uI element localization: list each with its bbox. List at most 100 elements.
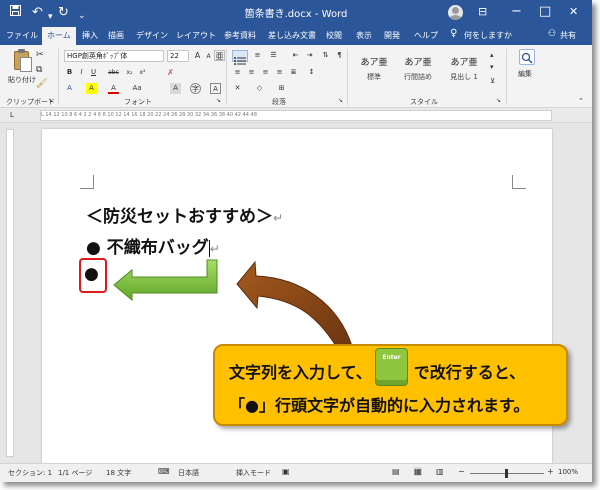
align-right-icon[interactable]: ≡ [260,67,271,78]
copy-icon[interactable]: ⧉ [36,65,42,75]
close-button[interactable]: ✕ [569,3,578,21]
paragraph-mark: ↵ [273,211,284,225]
tab-selector-icon[interactable]: L [10,111,14,119]
paste-icon[interactable] [12,49,32,73]
style-heading-1[interactable]: あア亜 見出し 1 [444,49,484,91]
text-effects-button[interactable]: A [64,83,75,94]
lightbulb-icon: ♀ [450,28,458,39]
dialog-launcher-icon[interactable]: ↘ [216,97,221,104]
collapse-ribbon-icon[interactable]: ⌃ [578,97,584,105]
clear-formatting-icon[interactable]: ✗ [165,67,176,78]
minimize-button[interactable]: − [511,3,522,21]
zoom-slider-thumb[interactable] [505,469,508,478]
decrease-indent-icon[interactable]: ⇤ [290,50,301,61]
read-mode-icon[interactable]: ▤ [392,467,400,476]
superscript-button[interactable]: x² [137,67,148,78]
numbering-icon[interactable]: ≡ [252,50,263,61]
tab-layout[interactable]: レイアウト [176,30,216,41]
dialog-launcher-icon[interactable]: ↘ [338,97,343,104]
tab-design[interactable]: デザイン [136,30,168,41]
phonetic-guide-icon[interactable]: 亜 [214,50,225,61]
sort-icon[interactable]: ⇅ [320,50,331,61]
align-left-icon[interactable]: ≡ [232,67,243,78]
distribute-icon[interactable]: ≣ [288,67,299,78]
tab-view[interactable]: 表示 [356,30,372,41]
zoom-in-button[interactable]: + [547,467,554,476]
subscript-button[interactable]: x₂ [124,67,135,78]
paste-button[interactable]: 貼り付け [8,75,36,85]
page-indicator[interactable]: 1/1 ページ [58,468,92,478]
avatar[interactable] [448,5,463,20]
word-count[interactable]: 18 文字 [106,468,131,478]
show-marks-icon[interactable]: ¶ [334,50,345,61]
section-indicator[interactable]: セクション: 1 [8,468,52,478]
format-painter-icon[interactable]: 🖌 [36,79,47,89]
increase-indent-icon[interactable]: ⇥ [304,50,315,61]
font-name-select[interactable]: HGP創英角ﾎﾟｯﾌﾟ体 [64,50,164,62]
enclose-characters-icon[interactable]: 字 [190,83,201,94]
macro-record-icon[interactable]: ▣ [282,467,290,476]
zoom-out-button[interactable]: − [458,467,465,476]
tab-references[interactable]: 参考資料 [224,30,256,41]
horizontal-ruler[interactable]: L 14 12 10 8 6 4 2 2 4 6 8 10 12 14 16 1… [40,110,552,121]
insert-mode-indicator[interactable]: 挿入モード [236,468,271,478]
bold-button[interactable]: B [64,67,75,78]
maximize-button[interactable]: □ [539,3,551,21]
font-color-button[interactable]: A [108,83,119,94]
print-layout-icon[interactable]: ▦ [414,467,422,476]
italic-button[interactable]: I [76,67,87,78]
character-shading-button[interactable]: A [170,83,181,94]
font-size-select[interactable]: 22 [167,50,189,62]
proofing-icon[interactable]: ⌨ [158,467,170,476]
highlight-color-button[interactable]: A [86,83,97,94]
share-icon[interactable]: ⚇ [548,29,556,39]
line-spacing-icon[interactable]: ↕ [306,67,317,78]
zoom-level[interactable]: 100% [558,468,578,476]
tab-mailings[interactable]: 差し込み文書 [268,30,316,41]
ribbon-display-icon[interactable]: ⊟ [478,3,487,21]
grow-font-icon[interactable]: A [192,50,203,61]
dialog-launcher-icon[interactable]: ↘ [496,97,501,104]
asian-layout-icon[interactable]: ✕ [232,83,243,94]
web-layout-icon[interactable]: ▥ [436,467,444,476]
align-center-icon[interactable]: ≡ [246,67,257,78]
bullet-line[interactable]: ● 不織布バッグ↵ [86,233,220,258]
borders-icon[interactable]: ⊞ [276,83,287,94]
search-icon[interactable] [519,49,535,65]
tab-review[interactable]: 校閲 [326,30,342,41]
shrink-font-icon[interactable]: A [203,51,214,62]
vertical-ruler[interactable] [6,129,14,457]
styles-more-icon[interactable]: ⊻ [490,77,495,85]
margin-corner [80,175,94,189]
tab-draw[interactable]: 描画 [108,30,124,41]
language-indicator[interactable]: 日本語 [178,468,199,478]
styles-scroll-up-icon[interactable]: ▴ [490,51,494,59]
character-border-button[interactable]: A [210,83,221,94]
title-bar: ↶ ▾ ↻ ⌄ 箇条書き.docx - Word ⊟ − □ ✕ [0,0,592,26]
heading-line[interactable]: ＜防災セットおすすめ＞↵ [86,202,283,227]
ruler-marks: L 14 12 10 8 6 4 2 2 4 6 8 10 12 14 16 1… [41,112,257,118]
change-case-button[interactable]: Aa [130,83,144,94]
style-normal[interactable]: あア亜 標準 [354,49,394,91]
shading-icon[interactable]: ◇ [254,83,265,94]
justify-icon[interactable]: ≡ [274,67,285,78]
cut-icon[interactable]: ✂ [36,50,44,60]
style-preview: あア亜 [404,58,432,68]
styles-scroll-down-icon[interactable]: ▾ [490,63,494,71]
divider [506,49,507,105]
strikethrough-button[interactable]: abc [106,67,121,78]
tab-developer[interactable]: 開発 [384,30,400,41]
tab-help[interactable]: ヘルプ [414,30,438,41]
style-no-spacing[interactable]: あア亜 行間詰め [398,49,438,91]
tab-file[interactable]: ファイル [6,30,38,41]
underline-button[interactable]: U [88,67,99,78]
editing-button[interactable]: 編集 [518,69,532,79]
bullets-icon[interactable] [232,50,248,65]
dialog-launcher-icon[interactable]: ↘ [48,97,53,104]
tab-insert[interactable]: 挿入 [82,30,98,41]
share-button[interactable]: 共有 [560,30,576,41]
tell-me-input[interactable]: 何をしますか [464,30,512,41]
zoom-slider[interactable] [470,469,544,478]
tab-home[interactable]: ホーム [42,27,76,45]
multilevel-list-icon[interactable]: ☰ [268,50,279,61]
